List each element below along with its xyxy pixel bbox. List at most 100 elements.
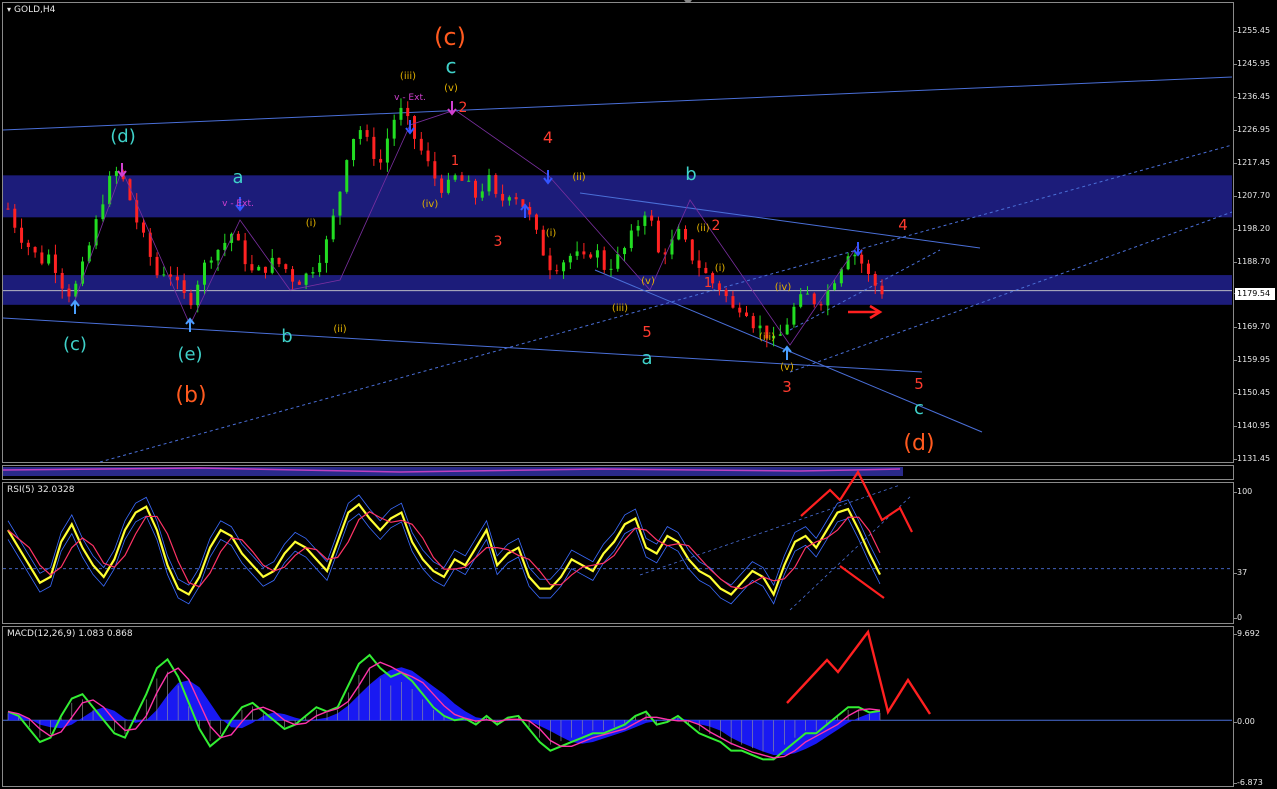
- candle-body: [6, 208, 10, 210]
- candle-body: [589, 254, 593, 258]
- candle-body: [650, 215, 654, 221]
- candle-body: [440, 178, 444, 193]
- wave-label: 1: [704, 276, 712, 291]
- candle-body: [609, 268, 613, 270]
- wave-label: (d): [110, 126, 135, 147]
- candle-body: [108, 176, 112, 205]
- candle-body: [467, 180, 471, 182]
- candle-body: [812, 293, 816, 305]
- candle-body: [413, 116, 417, 139]
- candle-body: [501, 193, 505, 201]
- wave-label: c: [446, 54, 457, 78]
- candle-body: [731, 296, 735, 308]
- candle-body: [744, 312, 748, 317]
- candle-body: [20, 227, 24, 243]
- candle-body: [216, 249, 220, 261]
- candle-body: [446, 179, 450, 193]
- candle-body: [365, 130, 369, 137]
- candle-body: [473, 180, 477, 198]
- candle-body: [379, 158, 383, 163]
- candle-body: [169, 274, 173, 277]
- candle-body: [372, 136, 376, 159]
- candle-body: [460, 175, 464, 181]
- candle-body: [385, 138, 389, 163]
- candle-body: [196, 284, 200, 306]
- wave-label: (i): [546, 228, 557, 239]
- candle-body: [40, 252, 44, 264]
- candle-body: [555, 270, 559, 272]
- candle-body: [805, 293, 809, 295]
- candle-body: [514, 197, 518, 200]
- wave-label: 5: [914, 375, 924, 393]
- candle-body: [799, 294, 803, 307]
- candle-body: [575, 251, 579, 256]
- candle-body: [284, 264, 288, 270]
- rsi-line: [7, 502, 881, 597]
- wave-label: (c): [63, 334, 87, 355]
- wave-label: 3: [494, 234, 503, 250]
- candle-body: [338, 191, 342, 216]
- candle-body: [643, 215, 647, 226]
- candle-body: [866, 263, 870, 274]
- candle-body: [60, 272, 64, 289]
- rsi-lower-band: [7, 513, 881, 605]
- wave-label: (iv): [775, 282, 792, 293]
- candle-body: [873, 273, 877, 286]
- candle-body: [202, 262, 206, 285]
- wave-label: (i): [306, 218, 317, 229]
- rsi-forecast-path: [800, 469, 913, 533]
- trading-window: GOLD,H4 1255.451245.951236.451226.951217…: [0, 0, 1277, 789]
- candle-body: [47, 254, 51, 264]
- candle-body: [717, 283, 721, 290]
- candle-body: [792, 306, 796, 325]
- candle-body: [751, 316, 755, 329]
- candle-body: [690, 239, 694, 261]
- candle-body: [175, 276, 179, 281]
- candle-body: [758, 325, 762, 329]
- candle-body: [257, 266, 261, 271]
- wave-label: 5: [642, 323, 652, 341]
- candle-body: [697, 260, 701, 268]
- wave-label: (iii): [612, 303, 628, 314]
- candle-body: [595, 250, 599, 258]
- candle-body: [541, 229, 545, 256]
- candle-body: [182, 280, 186, 293]
- candle-body: [311, 272, 315, 274]
- candle-body: [426, 150, 430, 162]
- wave-label: v - Ext.: [222, 199, 254, 209]
- candle-body: [250, 264, 254, 271]
- candle-body: [738, 307, 742, 313]
- candle-body: [392, 119, 396, 139]
- wave-label: b: [281, 326, 292, 347]
- candle-body: [277, 257, 281, 265]
- candle-body: [101, 204, 105, 220]
- candle-body: [53, 254, 57, 273]
- candle-body: [785, 324, 789, 335]
- wave-label: (ii): [572, 172, 585, 183]
- candle-body: [562, 262, 566, 272]
- candle-body: [406, 107, 410, 117]
- wave-label: 4: [543, 128, 553, 147]
- candle-body: [860, 254, 864, 264]
- wave-label: (v): [780, 362, 794, 373]
- candle-body: [826, 289, 830, 306]
- wave-label: b: [685, 164, 696, 185]
- wave-label: (iii): [759, 332, 775, 343]
- rsi-trend-line: [639, 484, 901, 576]
- candle-body: [304, 273, 308, 285]
- wave-label: 2: [459, 100, 468, 116]
- candle-body: [623, 248, 627, 255]
- candle-body: [853, 254, 857, 257]
- candle-body: [568, 255, 572, 263]
- wave-label: (iv): [422, 199, 439, 210]
- candle-body: [345, 160, 349, 192]
- macd-forecast-path: [786, 629, 932, 716]
- candle-body: [487, 175, 491, 192]
- wave-label-big-c: (c): [434, 23, 466, 51]
- chart-drawings: (c) (b) (d) c (d) a (c) (e) b b a c 2 1 4 3 5 2 1 3 5 4 v - Ex…: [2, 23, 1233, 761]
- wave-label: (ii): [333, 324, 346, 335]
- wave-label: (i): [715, 263, 726, 274]
- candle-body: [629, 230, 633, 249]
- candle-body: [636, 225, 640, 231]
- candle-body: [33, 247, 37, 253]
